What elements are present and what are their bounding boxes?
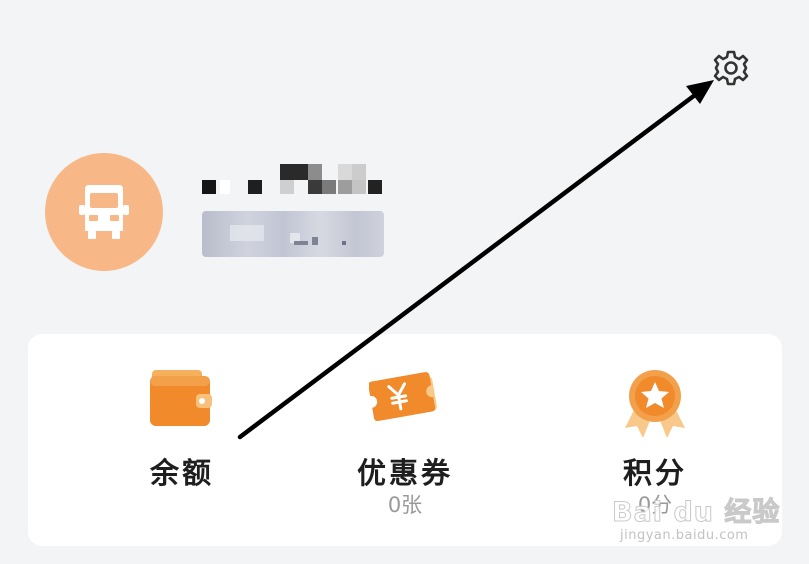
balance-item[interactable]: 余额 bbox=[82, 334, 282, 546]
coupon-icon bbox=[369, 372, 437, 422]
watermark: Bai du 经验 jingyan.baidu.com bbox=[611, 486, 802, 550]
watermark-brand: Bai du 经验 bbox=[611, 497, 781, 529]
wallet-icon bbox=[150, 370, 212, 426]
user-name-pixelated bbox=[202, 164, 386, 196]
settings-button[interactable] bbox=[710, 47, 752, 89]
coupons-value: 0张 bbox=[387, 493, 423, 517]
avatar[interactable] bbox=[45, 153, 163, 271]
truck-icon bbox=[79, 185, 129, 239]
coupons-label: 优惠券 bbox=[356, 456, 453, 490]
gear-icon bbox=[713, 50, 749, 86]
profile-screen: 余额 优惠券 0张 积分 0分 Bai du 经验 jingyan.baidu.… bbox=[0, 0, 809, 564]
user-phone-blurred bbox=[202, 211, 384, 257]
medal-icon bbox=[625, 370, 685, 438]
balance-label: 余额 bbox=[149, 456, 214, 490]
watermark-url: jingyan.baidu.com bbox=[620, 528, 749, 543]
coupons-item[interactable]: 优惠券 0张 bbox=[305, 334, 505, 546]
